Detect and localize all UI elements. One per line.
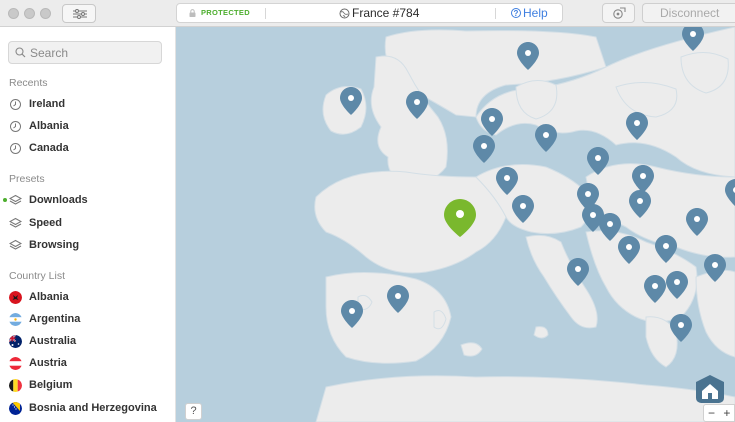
- divider: [265, 8, 266, 19]
- title-bar: PROTECTED France #784 ? Help Disconnect: [0, 0, 735, 27]
- belgium-flag-icon: [9, 378, 22, 392]
- server-pin-icon[interactable]: [495, 166, 519, 196]
- globe-icon: [339, 8, 350, 18]
- zoom-out-button[interactable]: −: [708, 406, 715, 420]
- preset-item-downloads[interactable]: Downloads: [8, 192, 88, 208]
- argentina-flag-icon: [9, 312, 22, 326]
- layers-icon: [8, 194, 23, 207]
- recent-item-canada[interactable]: Canada: [9, 140, 69, 156]
- recent-item-label: Canada: [29, 142, 69, 154]
- server-pin-icon[interactable]: [617, 235, 641, 265]
- server-pin-icon[interactable]: [654, 234, 678, 264]
- zoom-in-button[interactable]: +: [723, 406, 730, 420]
- server-pin-icon[interactable]: [586, 146, 610, 176]
- privacy-button[interactable]: [602, 3, 635, 23]
- server-pin-icon[interactable]: [511, 194, 535, 224]
- country-item-label: Belgium: [29, 379, 73, 391]
- server-pin-icon[interactable]: [665, 270, 689, 300]
- albania-flag-icon: [9, 290, 22, 304]
- server-pin-icon[interactable]: [386, 284, 410, 314]
- search-placeholder: Search: [30, 46, 69, 60]
- current-server[interactable]: France #784: [339, 6, 419, 20]
- preset-item-browsing[interactable]: Browsing: [8, 237, 80, 253]
- server-pin-icon[interactable]: [625, 111, 649, 141]
- current-server-label: France #784: [352, 6, 420, 20]
- active-preset-indicator: [3, 198, 7, 202]
- country-item-label: Argentina: [29, 313, 81, 325]
- server-pin-icon[interactable]: [681, 27, 705, 52]
- connected-server-pin-icon[interactable]: [443, 198, 477, 238]
- country-item-label: Australia: [29, 335, 77, 347]
- country-item-australia[interactable]: Australia: [9, 333, 76, 349]
- sliders-icon: [73, 9, 87, 19]
- zoom-control[interactable]: − +: [703, 404, 735, 422]
- recents-header: Recents: [9, 77, 48, 89]
- sidebar: Search Recents Ireland Albania Canada Pr…: [0, 27, 176, 422]
- preset-item-speed[interactable]: Speed: [8, 215, 63, 231]
- country-item-austria[interactable]: Austria: [9, 355, 67, 371]
- server-pin-icon[interactable]: [534, 123, 558, 153]
- protection-status-label: PROTECTED: [201, 8, 250, 17]
- close-window-button[interactable]: [8, 8, 19, 19]
- clock-icon: [9, 98, 22, 111]
- server-pin-icon[interactable]: [480, 107, 504, 137]
- country-item-label: Albania: [29, 291, 69, 303]
- server-pin-icon[interactable]: [340, 299, 364, 329]
- search-input[interactable]: Search: [8, 41, 162, 64]
- server-pin-icon[interactable]: [643, 274, 667, 304]
- country-list-header: Country List: [9, 270, 66, 282]
- layers-icon: [8, 239, 23, 252]
- country-item-albania[interactable]: Albania: [9, 289, 69, 305]
- country-item-bosnia-and-herzegovina[interactable]: Bosnia and Herzegovina: [9, 400, 157, 416]
- sidebar-toggle-button[interactable]: [62, 4, 96, 23]
- recent-item-ireland[interactable]: Ireland: [9, 96, 65, 112]
- lock-icon: [189, 8, 196, 17]
- server-pin-icon[interactable]: [339, 86, 363, 116]
- shield-eye-icon: [613, 7, 626, 19]
- preset-item-label: Speed: [29, 217, 63, 229]
- server-pin-icon[interactable]: [566, 257, 590, 287]
- preset-item-label: Browsing: [29, 239, 80, 251]
- austria-flag-icon: [9, 356, 22, 370]
- clock-icon: [9, 120, 22, 133]
- server-pin-icon[interactable]: [685, 207, 709, 237]
- country-item-label: Bosnia and Herzegovina: [29, 402, 157, 414]
- divider: [495, 8, 496, 19]
- preset-item-label: Downloads: [29, 194, 88, 206]
- country-item-label: Austria: [29, 357, 67, 369]
- country-item-argentina[interactable]: Argentina: [9, 311, 80, 327]
- server-pin-icon[interactable]: [703, 253, 727, 283]
- layers-icon: [8, 217, 23, 230]
- help-label: Help: [523, 6, 548, 20]
- map-help-button[interactable]: ?: [185, 403, 202, 420]
- server-pin-icon[interactable]: [472, 134, 496, 164]
- server-pin-icon[interactable]: [628, 189, 652, 219]
- connection-status-bar: PROTECTED France #784 ? Help: [176, 3, 563, 23]
- home-icon[interactable]: [692, 371, 728, 407]
- server-pin-icon[interactable]: [724, 178, 735, 208]
- help-link[interactable]: ? Help: [511, 6, 548, 20]
- recent-item-albania[interactable]: Albania: [9, 118, 69, 134]
- recent-item-label: Albania: [29, 120, 69, 132]
- protection-status: PROTECTED: [189, 8, 250, 17]
- server-pin-icon[interactable]: [669, 313, 693, 343]
- question-icon: ?: [511, 8, 521, 18]
- country-item-belgium[interactable]: Belgium: [9, 377, 72, 393]
- australia-flag-icon: [9, 334, 22, 348]
- bosnia-flag-icon: [9, 401, 22, 415]
- server-pin-icon[interactable]: [516, 41, 540, 71]
- minimize-window-button[interactable]: [24, 8, 35, 19]
- disconnect-button[interactable]: Disconnect: [642, 3, 735, 23]
- world-map[interactable]: ? − +: [176, 27, 735, 422]
- search-icon: [15, 47, 26, 58]
- clock-icon: [9, 142, 22, 155]
- presets-header: Presets: [9, 173, 45, 185]
- recent-item-label: Ireland: [29, 98, 66, 110]
- server-pin-icon[interactable]: [405, 90, 429, 120]
- zoom-window-button[interactable]: [40, 8, 51, 19]
